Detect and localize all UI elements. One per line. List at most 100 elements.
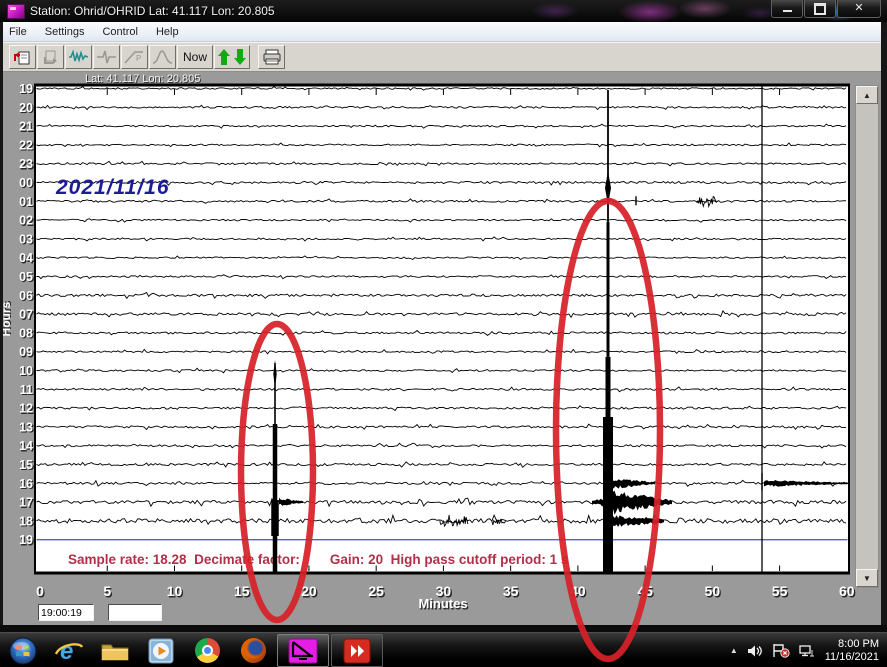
- blank-field[interactable]: [108, 604, 162, 621]
- hour-label: 16: [19, 477, 33, 491]
- taskbar-clock[interactable]: 8:00 PM 11/16/2021: [825, 638, 879, 664]
- spectrum-icon: [152, 49, 173, 65]
- svg-text:P: P: [136, 54, 141, 63]
- window-border-left: [0, 22, 3, 625]
- chart-plot-area: [36, 87, 848, 572]
- media-player-button[interactable]: [138, 634, 184, 667]
- printer-icon: [262, 49, 282, 65]
- minimize-icon: [783, 10, 792, 12]
- maximize-icon: [814, 3, 826, 15]
- trace-view-icon: [96, 49, 117, 65]
- hour-label: 02: [19, 214, 33, 228]
- open-file-button[interactable]: [9, 45, 36, 69]
- info-text: Sample rate: 18.28 Decimate factor: Gain…: [68, 552, 568, 567]
- x-tick-label: 20: [301, 583, 317, 599]
- hour-label: 19: [19, 82, 33, 96]
- filter-button[interactable]: P: [121, 45, 148, 69]
- window-border-bottom: [0, 625, 887, 632]
- network-icon[interactable]: [799, 644, 816, 658]
- x-tick-label: 55: [772, 583, 788, 599]
- app-icon: [7, 4, 25, 19]
- hour-label: 06: [19, 289, 33, 303]
- spectrum-button[interactable]: [149, 45, 176, 69]
- open-file-icon: [13, 49, 32, 66]
- x-tick-label: 50: [705, 583, 721, 599]
- x-tick-label: 35: [503, 583, 519, 599]
- scrollbar-track[interactable]: [856, 104, 878, 569]
- hour-label: 14: [19, 439, 33, 453]
- seismograph-app-icon: [288, 638, 318, 664]
- hour-label: 09: [19, 345, 33, 359]
- toolbar: P Now: [0, 42, 887, 72]
- chrome-button[interactable]: [184, 634, 230, 667]
- media-player-icon: [148, 638, 174, 664]
- firefox-button[interactable]: [230, 634, 276, 667]
- menu-bar: File Settings Control Help: [0, 22, 887, 42]
- start-button[interactable]: [0, 634, 46, 667]
- export-button[interactable]: [37, 45, 64, 69]
- print-button[interactable]: [258, 45, 285, 69]
- scroll-down-button[interactable]: ▼: [856, 569, 878, 587]
- hour-label: 07: [19, 308, 33, 322]
- x-tick-label: 60: [839, 583, 855, 599]
- up-down-arrows-icon: [217, 47, 247, 67]
- hidden-icons-button[interactable]: ▲: [730, 646, 738, 655]
- hour-label: 12: [19, 402, 33, 416]
- menu-item-help[interactable]: Help: [147, 24, 188, 40]
- window-controls: ✕: [771, 0, 881, 18]
- scroll-up-button[interactable]: ▲: [856, 86, 878, 104]
- date-label: 2021/11/16: [55, 176, 170, 199]
- client-area: Lat: 41.117 Lon: 20.805 Sample rate: 18.…: [0, 72, 887, 625]
- remote-app-icon: [343, 638, 371, 664]
- menu-item-file[interactable]: File: [0, 24, 36, 40]
- window-title: Station: Ohrid/OHRID Lat: 41.117 Lon: 20…: [30, 4, 275, 18]
- windows-start-icon: [9, 637, 37, 665]
- taskbar-app-remote[interactable]: [331, 634, 383, 667]
- now-button[interactable]: Now: [177, 45, 213, 69]
- volume-icon[interactable]: [747, 644, 763, 658]
- waveform-button[interactable]: [65, 45, 92, 69]
- internet-explorer-button[interactable]: e: [46, 634, 92, 667]
- chrome-icon: [195, 638, 220, 663]
- menu-item-control[interactable]: Control: [93, 24, 146, 40]
- close-icon: ✕: [854, 3, 863, 14]
- menu-item-settings[interactable]: Settings: [36, 24, 94, 40]
- folder-icon: [100, 639, 130, 663]
- hour-label: 11: [20, 383, 33, 397]
- hour-label: 08: [19, 326, 33, 340]
- x-tick-label: 5: [103, 583, 111, 599]
- now-button-label: Now: [183, 50, 207, 64]
- taskbar-app-seismograph[interactable]: [277, 634, 329, 667]
- chart-header: Lat: 41.117 Lon: 20.805: [85, 73, 200, 85]
- vertical-scrollbar: ▲ ▼: [855, 85, 879, 588]
- maximize-button[interactable]: [804, 0, 836, 18]
- hour-label: 01: [19, 195, 33, 209]
- firefox-icon: [241, 638, 266, 663]
- hour-label: 22: [19, 138, 33, 152]
- minimize-button[interactable]: [771, 0, 803, 18]
- trace-time-field[interactable]: [38, 604, 94, 621]
- x-tick-label: 45: [637, 583, 653, 599]
- scroll-hours-button[interactable]: [214, 45, 250, 69]
- action-center-flag-icon[interactable]: [772, 643, 790, 658]
- x-tick-label: 40: [570, 583, 586, 599]
- filter-icon: P: [124, 49, 145, 65]
- hour-label: 04: [19, 251, 33, 265]
- hour-label: 18: [19, 514, 33, 528]
- trace-view-button[interactable]: [93, 45, 120, 69]
- hour-label: 17: [19, 496, 33, 510]
- event-clipped-bar: [603, 417, 613, 572]
- close-button[interactable]: ✕: [837, 0, 881, 18]
- internet-explorer-icon: e: [54, 638, 84, 664]
- title-bar: Station: Ohrid/OHRID Lat: 41.117 Lon: 20…: [0, 0, 887, 22]
- x-tick-label: 15: [234, 583, 250, 599]
- clock-date: 11/16/2021: [825, 651, 879, 664]
- hour-label: 21: [19, 120, 33, 134]
- x-axis-title: Minutes: [418, 596, 467, 611]
- event-clipped-bar: [271, 500, 279, 536]
- clock-time: 8:00 PM: [825, 638, 879, 651]
- helicorder-chart[interactable]: Lat: 41.117 Lon: 20.805 Sample rate: 18.…: [0, 72, 887, 625]
- file-explorer-button[interactable]: [92, 634, 138, 667]
- hour-label: 00: [19, 176, 33, 190]
- hour-label: 05: [19, 270, 33, 284]
